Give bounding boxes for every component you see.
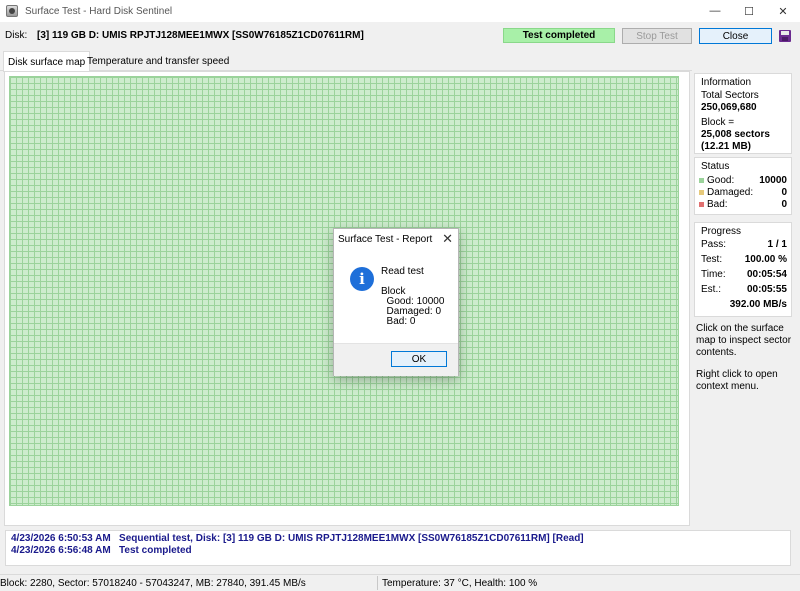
progress-speed-row: 392.00 MB/s	[701, 299, 787, 310]
hard-disk-icon	[6, 5, 18, 17]
bad-swatch	[699, 202, 704, 207]
ok-button[interactable]: OK	[391, 351, 447, 367]
dialog-close-icon[interactable]: ✕	[442, 231, 453, 247]
log-entry: 4/23/2026 6:56:48 AM Test completed	[11, 545, 785, 557]
damaged-swatch	[699, 190, 704, 195]
est-label: Est.:	[701, 284, 722, 295]
dialog-title: Surface Test - Report	[338, 234, 433, 245]
right-click-hint: Right click to open context menu.	[696, 369, 778, 392]
progress-time-row: Time: 00:05:54	[701, 269, 787, 280]
time-value: 00:05:54	[746, 269, 787, 280]
progress-test-row: Test: 100.00 %	[701, 254, 787, 265]
report-dialog: Surface Test - Report ✕ i Read test Bloc…	[333, 228, 459, 376]
disk-label: Disk:	[5, 30, 28, 41]
disk-name: [3] 119 GB D: UMIS RPJTJ128MEE1MWX [SS0W…	[37, 30, 364, 41]
status-bar: Block: 2280, Sector: 57018240 - 57043247…	[0, 574, 800, 591]
total-sectors-value: 250,069,680	[701, 102, 757, 113]
dialog-message: Read test Block Good: 10000 Damaged: 0 B…	[381, 267, 444, 327]
stop-test-button[interactable]: Stop Test	[622, 28, 692, 44]
log-entry: 4/23/2026 6:50:53 AM Sequential test, Di…	[11, 533, 785, 545]
damaged-label: Damaged:	[707, 187, 754, 198]
pass-value: 1 / 1	[767, 239, 787, 250]
status-title: Status	[701, 161, 730, 172]
log-time: 4/23/2026 6:56:48 AM	[11, 545, 111, 556]
info-icon: i	[350, 267, 374, 291]
progress-est-row: Est.: 00:05:55	[701, 284, 787, 295]
maximize-button[interactable]: ☐	[732, 0, 766, 22]
save-icon[interactable]	[779, 30, 791, 42]
pass-label: Pass:	[701, 239, 727, 250]
progress-title: Progress	[701, 226, 742, 237]
disk-bar: Disk: [3] 119 GB D: UMIS RPJTJ128MEE1MWX…	[0, 26, 800, 48]
total-sectors-label: Total Sectors	[701, 90, 759, 101]
test-status-badge: Test completed	[503, 28, 615, 43]
damaged-value: 0	[781, 187, 787, 198]
progress-pass-row: Pass: 1 / 1	[701, 239, 787, 250]
log-time: 4/23/2026 6:50:53 AM	[11, 533, 111, 544]
temperature-health: Temperature: 37 °C, Health: 100 %	[382, 578, 538, 589]
good-swatch	[699, 178, 704, 183]
test-label: Test:	[701, 254, 723, 265]
est-value: 00:05:55	[746, 284, 787, 295]
dialog-line: Bad: 0	[381, 316, 416, 327]
status-good-row: Good: 10000	[699, 175, 787, 186]
good-label: Good:	[707, 175, 735, 186]
information-title: Information	[701, 77, 752, 88]
status-bad-row: Bad: 0	[699, 199, 787, 210]
title-bar: Surface Test - Hard Disk Sentinel — ☐ ✕	[0, 0, 800, 22]
bad-label: Bad:	[707, 199, 728, 210]
block-label: Block =	[701, 117, 735, 128]
time-label: Time:	[701, 269, 726, 280]
status-damaged-row: Damaged: 0	[699, 187, 787, 198]
block-sectors: 25,008 sectors	[701, 129, 770, 140]
click-hint: Click on the surface map to inspect sect…	[696, 323, 792, 358]
log-panel[interactable]: 4/23/2026 6:50:53 AM Sequential test, Di…	[5, 530, 791, 566]
bad-value: 0	[781, 199, 787, 210]
information-panel: Information Total Sectors 250,069,680 Bl…	[694, 73, 792, 154]
log-text: Test completed	[119, 545, 192, 556]
dialog-footer: OK	[334, 343, 458, 376]
speed-value: 392.00 MB/s	[729, 299, 787, 310]
good-value: 10000	[759, 175, 787, 186]
tab-bar: Disk surface map Temperature and transfe…	[0, 51, 692, 72]
close-button[interactable]: Close	[699, 28, 772, 44]
test-value: 100.00 %	[744, 254, 787, 265]
window-title: Surface Test - Hard Disk Sentinel	[25, 5, 173, 17]
status-divider	[377, 576, 378, 590]
log-text: Sequential test, Disk: [3] 119 GB D: UMI…	[119, 533, 584, 544]
dialog-line: Read test	[381, 266, 424, 277]
block-info: Block: 2280, Sector: 57018240 - 57043247…	[0, 578, 306, 589]
minimize-button[interactable]: —	[698, 0, 732, 22]
tab-disk-surface-map[interactable]: Disk surface map	[3, 51, 91, 72]
progress-panel: Progress Pass: 1 / 1 Test: 100.00 % Time…	[694, 222, 792, 317]
status-panel: Status Good: 10000 Damaged: 0 Bad: 0	[694, 157, 792, 215]
block-size: (12.21 MB)	[701, 141, 752, 152]
window-close-button[interactable]: ✕	[766, 0, 800, 22]
tab-temperature-transfer[interactable]: Temperature and transfer speed	[83, 51, 233, 71]
